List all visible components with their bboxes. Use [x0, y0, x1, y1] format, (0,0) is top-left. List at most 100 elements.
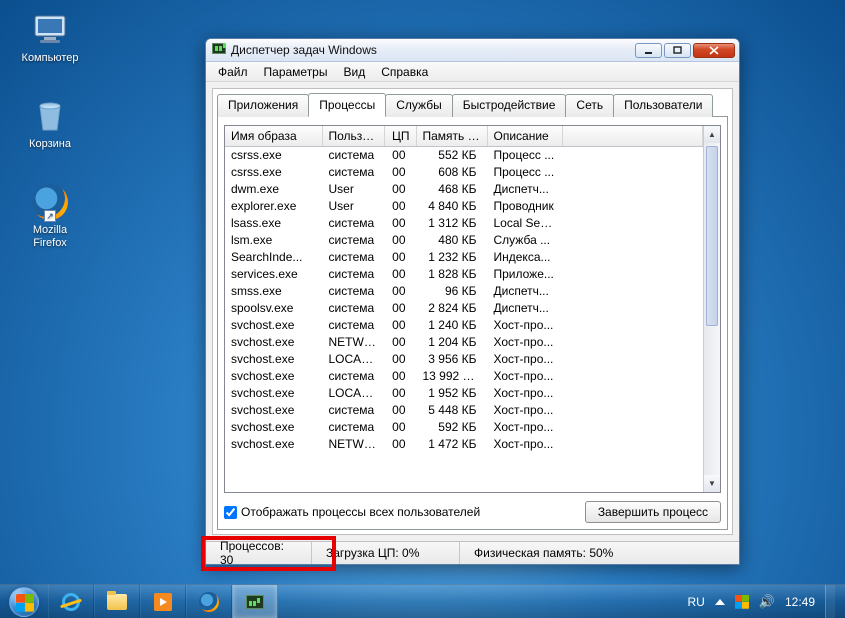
status-cpu: Загрузка ЦП: 0% — [312, 542, 460, 564]
tab-users[interactable]: Пользователи — [613, 94, 713, 117]
table-row[interactable]: csrss.exeсистема00552 КБПроцесс ... — [225, 147, 703, 165]
desktop-icon-firefox[interactable]: ↗ Mozilla Firefox — [14, 182, 86, 250]
ie-icon — [62, 593, 80, 611]
taskbar-explorer[interactable] — [94, 585, 140, 618]
cell-name: csrss.exe — [225, 164, 322, 181]
shortcut-arrow-icon: ↗ — [44, 210, 56, 222]
task-manager-window: Диспетчер задач Windows Файл Параметры В… — [205, 38, 740, 565]
minimize-button[interactable] — [635, 43, 662, 58]
tab-network[interactable]: Сеть — [565, 94, 614, 117]
cell-desc: Процесс ... — [487, 147, 562, 165]
cell-cpu: 00 — [384, 266, 416, 283]
menu-options[interactable]: Параметры — [256, 63, 336, 81]
cell-desc: Хост-про... — [487, 351, 562, 368]
cell-cpu: 00 — [384, 334, 416, 351]
firefox-icon: ↗ — [30, 182, 70, 222]
cell-memory: 1 952 КБ — [416, 385, 487, 402]
start-orb-icon — [9, 587, 39, 617]
cell-name: csrss.exe — [225, 147, 322, 165]
cell-desc: Local Sec... — [487, 215, 562, 232]
table-row[interactable]: lsass.exeсистема001 312 КБLocal Sec... — [225, 215, 703, 232]
table-row[interactable]: lsm.exeсистема00480 КБСлужба ... — [225, 232, 703, 249]
taskbar-firefox[interactable] — [186, 585, 232, 618]
table-row[interactable]: svchost.exeLOCAL ...001 952 КБХост-про..… — [225, 385, 703, 402]
tab-applications[interactable]: Приложения — [217, 94, 309, 117]
cell-cpu: 00 — [384, 147, 416, 165]
cell-user: User — [322, 198, 384, 215]
cell-memory: 468 КБ — [416, 181, 487, 198]
col-cpu[interactable]: ЦП — [384, 126, 416, 147]
col-name[interactable]: Имя образа — [225, 126, 322, 147]
tab-performance[interactable]: Быстродействие — [452, 94, 567, 117]
col-user[interactable]: Пользо... — [322, 126, 384, 147]
table-row[interactable]: smss.exeсистема0096 КБДиспетч... — [225, 283, 703, 300]
tab-processes[interactable]: Процессы — [308, 93, 386, 117]
cell-memory: 592 КБ — [416, 419, 487, 436]
taskbar-taskmgr[interactable] — [232, 585, 278, 618]
cell-name: lsass.exe — [225, 215, 322, 232]
cell-user: LOCAL ... — [322, 385, 384, 402]
cell-user: система — [322, 266, 384, 283]
show-desktop-button[interactable] — [825, 585, 835, 618]
cell-name: svchost.exe — [225, 402, 322, 419]
table-row[interactable]: services.exeсистема001 828 КБПриложе... — [225, 266, 703, 283]
table-row[interactable]: svchost.exeNETWO...001 472 КБХост-про... — [225, 436, 703, 453]
cell-desc: Приложе... — [487, 266, 562, 283]
table-row[interactable]: csrss.exeсистема00608 КБПроцесс ... — [225, 164, 703, 181]
show-all-users-input[interactable] — [224, 506, 237, 519]
firefox-icon — [199, 592, 219, 612]
end-process-button[interactable]: Завершить процесс — [585, 501, 721, 523]
col-memory[interactable]: Память (... — [416, 126, 487, 147]
table-row[interactable]: dwm.exeUser00468 КБДиспетч... — [225, 181, 703, 198]
vertical-scrollbar[interactable]: ▲ ▼ — [703, 126, 720, 492]
cell-user: система — [322, 232, 384, 249]
menu-file[interactable]: Файл — [210, 63, 256, 81]
cell-name: smss.exe — [225, 283, 322, 300]
cell-memory: 4 840 КБ — [416, 198, 487, 215]
col-desc[interactable]: Описание — [487, 126, 562, 147]
window-title: Диспетчер задач Windows — [231, 43, 635, 57]
cell-desc: Диспетч... — [487, 181, 562, 198]
table-row[interactable]: svchost.exeсистема001 240 КБХост-про... — [225, 317, 703, 334]
taskbar-ie[interactable] — [48, 585, 94, 618]
cell-memory: 3 956 КБ — [416, 351, 487, 368]
cell-desc: Индекса... — [487, 249, 562, 266]
menu-view[interactable]: Вид — [335, 63, 373, 81]
status-memory: Физическая память: 50% — [460, 542, 739, 564]
maximize-button[interactable] — [664, 43, 691, 58]
table-row[interactable]: svchost.exeLOCAL ...003 956 КБХост-про..… — [225, 351, 703, 368]
table-row[interactable]: svchost.exeсистема0013 992 КБХост-про... — [225, 368, 703, 385]
folder-icon — [107, 594, 127, 610]
table-row[interactable]: explorer.exeUser004 840 КБПроводник — [225, 198, 703, 215]
cell-desc: Хост-про... — [487, 402, 562, 419]
cell-desc: Хост-про... — [487, 419, 562, 436]
start-button[interactable] — [0, 585, 48, 618]
cell-cpu: 00 — [384, 232, 416, 249]
tab-services[interactable]: Службы — [385, 94, 452, 117]
tray-clock[interactable]: 12:49 — [785, 595, 815, 609]
table-row[interactable]: spoolsv.exeсистема002 824 КБДиспетч... — [225, 300, 703, 317]
tray-language[interactable]: RU — [687, 595, 704, 609]
table-row[interactable]: SearchInde...система001 232 КБИндекса... — [225, 249, 703, 266]
titlebar[interactable]: Диспетчер задач Windows — [206, 39, 739, 62]
menu-help[interactable]: Справка — [373, 63, 436, 81]
tray-show-hidden-icon[interactable] — [715, 599, 725, 605]
cell-name: svchost.exe — [225, 385, 322, 402]
show-all-users-checkbox[interactable]: Отображать процессы всех пользователей — [224, 505, 480, 519]
scroll-down-icon[interactable]: ▼ — [704, 475, 720, 492]
taskbar-wmp[interactable] — [140, 585, 186, 618]
col-blank[interactable] — [562, 126, 703, 147]
cell-name: spoolsv.exe — [225, 300, 322, 317]
close-button[interactable] — [693, 43, 735, 58]
scroll-up-icon[interactable]: ▲ — [704, 126, 720, 143]
action-center-icon[interactable] — [735, 595, 749, 609]
desktop-icon-computer[interactable]: Компьютер — [14, 10, 86, 65]
desktop-icon-recycle[interactable]: Корзина — [14, 96, 86, 151]
scroll-thumb[interactable] — [706, 146, 718, 326]
table-row[interactable]: svchost.exeсистема00592 КБХост-про... — [225, 419, 703, 436]
table-row[interactable]: svchost.exeNETWO...001 204 КБХост-про... — [225, 334, 703, 351]
cell-cpu: 00 — [384, 419, 416, 436]
cell-cpu: 00 — [384, 249, 416, 266]
table-row[interactable]: svchost.exeсистема005 448 КБХост-про... — [225, 402, 703, 419]
volume-icon[interactable]: 🔊 — [759, 594, 775, 610]
